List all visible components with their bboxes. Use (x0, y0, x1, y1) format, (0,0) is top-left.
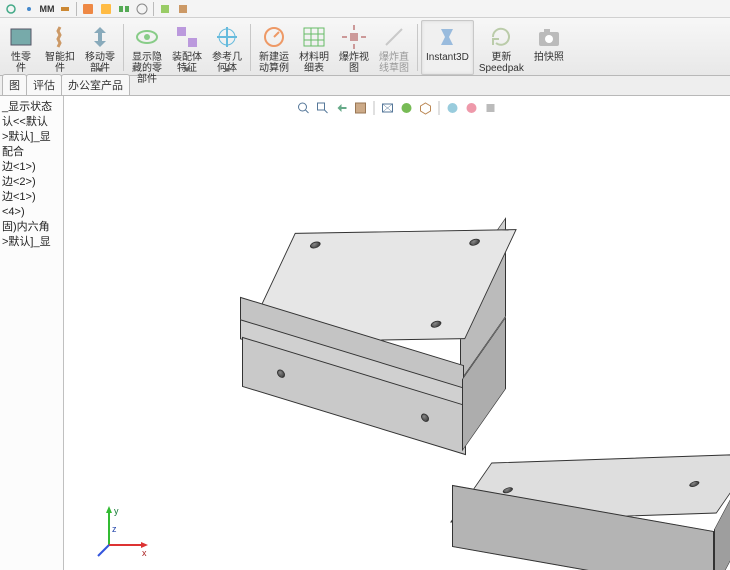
smart-fastener-icon (46, 23, 74, 51)
tree-row[interactable]: 固)内六角 (2, 220, 61, 235)
ribbon-flex-part-button[interactable]: 性零 件 (2, 20, 40, 75)
qat-icon[interactable] (117, 2, 131, 16)
separator (374, 101, 375, 115)
qat-sep (153, 2, 154, 16)
speedpak-icon (487, 23, 515, 51)
qat-icon[interactable]: MM (40, 2, 54, 16)
ribbon-toolbar: 性零 件智能扣 件移动零 部件显示隐 藏的零 部件装配体 特征参考几 何体新建运… (0, 18, 730, 76)
ribbon-label: 智能扣 件 (45, 52, 75, 74)
ribbon-label: 材料明 细表 (299, 52, 329, 74)
tab-tab1[interactable]: 图 (2, 74, 27, 95)
ribbon-label: 拍快照 (534, 52, 564, 63)
feature-tree[interactable]: _显示状态 认<<默认>默认]_显配合边<1>)边<2>)边<1>)<4>) 固… (0, 96, 64, 570)
ribbon-assy-feat-button[interactable]: 装配体 特征 (167, 20, 207, 75)
bom-icon (300, 23, 328, 51)
tree-row[interactable]: _显示状态 (2, 100, 61, 115)
view-orient-icon[interactable] (418, 100, 434, 116)
chevron-down-icon (96, 68, 104, 73)
explode-icon (340, 23, 368, 51)
scene-icon[interactable] (399, 100, 415, 116)
tree-row[interactable]: 配合 (2, 145, 61, 160)
chevron-down-icon (183, 68, 191, 73)
tree-row[interactable]: 认<<默认 (2, 115, 61, 130)
tree-row[interactable]: >默认]_显 (2, 235, 61, 250)
chevron-down-icon (223, 68, 231, 73)
ribbon-instant3d-button[interactable]: Instant3D (421, 20, 474, 75)
axis-y-label: y (114, 506, 119, 516)
ribbon-separator (417, 24, 418, 71)
instant3d-icon (433, 23, 461, 51)
tree-row[interactable]: 边<1>) (2, 190, 61, 205)
ribbon-label: 显示隐 藏的零 部件 (132, 52, 162, 85)
section-view-icon[interactable] (353, 100, 369, 116)
qat-icon[interactable] (81, 2, 95, 16)
quick-access-toolbar: MM (0, 0, 730, 18)
motion-icon (260, 23, 288, 51)
tree-row[interactable]: >默认]_显 (2, 130, 61, 145)
tab-tab3[interactable]: 办公室产品 (61, 74, 130, 95)
ribbon-label: 新建运 动算例 (259, 52, 289, 74)
ribbon-label: 爆炸视 图 (339, 52, 369, 74)
qat-icon[interactable] (135, 2, 149, 16)
ribbon-motion-button[interactable]: 新建运 动算例 (254, 20, 294, 75)
qat-icon[interactable] (58, 2, 72, 16)
tree-row[interactable]: 边<2>) (2, 175, 61, 190)
display-style-icon[interactable] (380, 100, 396, 116)
prev-view-icon[interactable] (334, 100, 350, 116)
qat-icon[interactable] (99, 2, 113, 16)
tree-row[interactable]: 边<1>) (2, 160, 61, 175)
ribbon-smart-fastener-button[interactable]: 智能扣 件 (40, 20, 80, 75)
qat-icon[interactable] (22, 2, 36, 16)
zoom-fit-icon[interactable] (296, 100, 312, 116)
qat-icon[interactable] (158, 2, 172, 16)
separator (439, 101, 440, 115)
qat-sep (76, 2, 77, 16)
ribbon-label: 爆炸直 线草图 (379, 52, 409, 74)
ribbon-show-hidden-button[interactable]: 显示隐 藏的零 部件 (127, 20, 167, 75)
view-toolbar (296, 100, 499, 116)
ribbon-label: Instant3D (426, 52, 469, 63)
ribbon-separator (123, 24, 124, 71)
ribbon-snapshot-button[interactable]: 拍快照 (529, 20, 569, 75)
qat-icon[interactable] (176, 2, 190, 16)
render-icon[interactable] (445, 100, 461, 116)
ref-geom-icon (213, 23, 241, 51)
sketch-line-icon (380, 23, 408, 51)
tree-row[interactable]: <4>) (2, 205, 61, 220)
assy-feat-icon (173, 23, 201, 51)
show-hidden-icon (133, 23, 161, 51)
appearance-icon[interactable] (464, 100, 480, 116)
view-triad[interactable]: y x z (94, 500, 154, 560)
ribbon-label: 更新 Speedpak (479, 52, 524, 74)
ribbon-sketch-line-button: 爆炸直 线草图 (374, 20, 414, 75)
ribbon-label: 性零 件 (11, 52, 31, 74)
snapshot-icon (535, 23, 563, 51)
qat-icon[interactable] (4, 2, 18, 16)
tab-tab2[interactable]: 评估 (26, 74, 62, 95)
ribbon-explode-button[interactable]: 爆炸视 图 (334, 20, 374, 75)
move-comp-icon (86, 23, 114, 51)
ribbon-bom-button[interactable]: 材料明 细表 (294, 20, 334, 75)
axis-x-label: x (142, 548, 147, 558)
more-icon[interactable] (483, 100, 499, 116)
zoom-area-icon[interactable] (315, 100, 331, 116)
ribbon-move-comp-button[interactable]: 移动零 部件 (80, 20, 120, 75)
feature-tabs: 图评估办公室产品 (0, 76, 730, 96)
flex-part-icon (7, 23, 35, 51)
ribbon-speedpak-button[interactable]: 更新 Speedpak (474, 20, 529, 75)
ribbon-ref-geom-button[interactable]: 参考几 何体 (207, 20, 247, 75)
3d-viewport[interactable]: y x z (64, 96, 730, 570)
ribbon-separator (250, 24, 251, 71)
axis-z-label: z (112, 524, 117, 534)
work-area: _显示状态 认<<默认>默认]_显配合边<1>)边<2>)边<1>)<4>) 固… (0, 96, 730, 570)
